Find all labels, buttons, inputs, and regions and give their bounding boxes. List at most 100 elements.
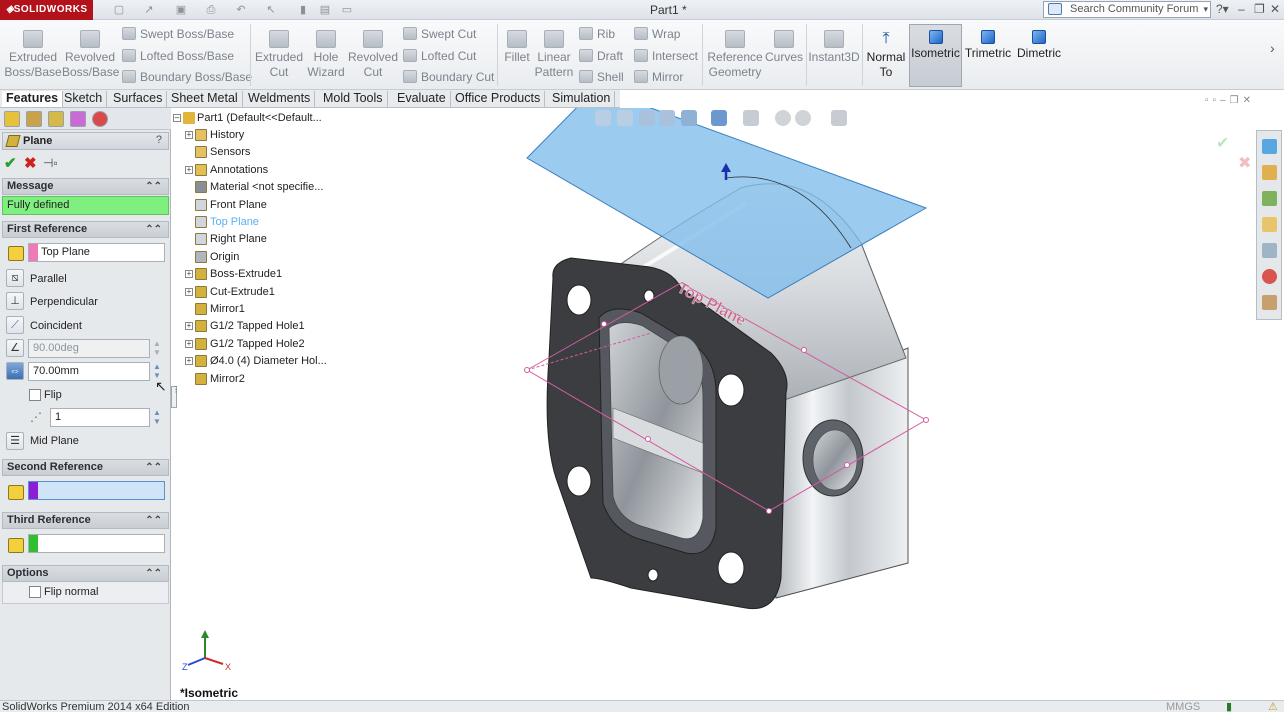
units-indicator[interactable]: MMGS (1166, 701, 1200, 712)
draft-button[interactable]: Draft (579, 49, 623, 63)
wrap-button[interactable]: Wrap (634, 27, 680, 41)
flip-normal-checkbox[interactable] (29, 586, 41, 598)
hide-show-items-icon[interactable] (775, 110, 791, 126)
offset-distance-icon[interactable]: ⇔ (6, 362, 24, 380)
display-style-icon[interactable] (743, 110, 759, 126)
design-library-icon[interactable] (1262, 165, 1277, 180)
collapse-chevron-icon[interactable]: ⌃⌃ (145, 513, 162, 528)
mid-plane-label[interactable]: Mid Plane (30, 435, 79, 447)
flip-checkbox[interactable] (29, 389, 41, 401)
expand-icon[interactable]: + (185, 322, 193, 331)
parallel-icon[interactable]: ⧅ (6, 269, 24, 287)
expand-icon[interactable]: + (185, 357, 193, 366)
collapse-chevron-icon[interactable]: ⌃⌃ (145, 566, 162, 581)
feature-manager-tab-icon[interactable] (4, 111, 20, 127)
instances-spinner[interactable]: ▲ ▼ (151, 408, 163, 427)
zoom-to-fit-icon[interactable] (595, 110, 611, 126)
display-manager-tab-icon[interactable] (92, 111, 108, 127)
expand-icon[interactable]: + (185, 270, 193, 279)
folder-icon[interactable] (1262, 217, 1277, 232)
options-icon[interactable]: ▭ (340, 3, 354, 17)
angle-icon[interactable]: ∠ (6, 339, 24, 357)
save-icon[interactable]: ▣ (174, 3, 188, 17)
trimetric-button[interactable]: Trimetric (963, 30, 1013, 61)
revolved-cut-button[interactable]: Revolved Cut (348, 30, 398, 80)
close-icon[interactable]: ✕ (1270, 2, 1280, 16)
help-icon[interactable]: ?▾ (1216, 2, 1229, 16)
tab-surfaces[interactable]: Surfaces (109, 91, 168, 107)
second-reference-section-header[interactable]: Second Reference ⌃⌃ (2, 459, 169, 476)
tab-office-products[interactable]: Office Products (451, 91, 546, 107)
first-reference-section-header[interactable]: First Reference ⌃⌃ (2, 221, 169, 238)
pushpin-icon[interactable]: ⊣▫ (43, 156, 58, 170)
mid-plane-icon[interactable]: ☰ (6, 432, 24, 450)
viewport-window-controls[interactable]: ▫▫–❐✕ (1205, 95, 1255, 106)
expand-icon[interactable]: + (185, 165, 193, 174)
expand-icon[interactable]: + (185, 339, 193, 348)
tab-evaluate[interactable]: Evaluate (393, 91, 451, 107)
rebuild-icon[interactable]: ▮ (296, 3, 310, 17)
dimetric-button[interactable]: Dimetric (1013, 30, 1065, 61)
ok-check-icon[interactable]: ✔ (4, 154, 17, 172)
coincident-label[interactable]: Coincident (30, 320, 82, 332)
custom-properties-icon[interactable] (1262, 295, 1277, 310)
chevron-down-icon[interactable]: ▾ (1203, 2, 1208, 17)
lofted-cut-button[interactable]: Lofted Cut (403, 49, 476, 63)
swept-boss-button[interactable]: Swept Boss/Base (122, 27, 234, 41)
rebuild-status-icon[interactable]: ▮ (1226, 701, 1232, 712)
shell-button[interactable]: Shell (579, 70, 624, 84)
curves-button[interactable]: Curves (764, 30, 804, 65)
cancel-x-icon[interactable]: ✖ (24, 154, 37, 172)
tab-simulation[interactable]: Simulation (548, 91, 616, 107)
revolved-boss-button[interactable]: Revolved Boss/Base (62, 30, 119, 80)
flip-label[interactable]: Flip (44, 389, 62, 401)
minimize-icon[interactable]: – (1238, 2, 1245, 16)
previous-view-icon[interactable] (639, 110, 655, 126)
configuration-manager-tab-icon[interactable] (48, 111, 64, 127)
tab-weldments[interactable]: Weldments (244, 91, 316, 107)
ribbon-scroll-right-icon[interactable]: › (1270, 40, 1275, 56)
open-icon[interactable]: ↗ (142, 3, 156, 17)
tab-sketch[interactable]: Sketch (60, 91, 108, 107)
tab-features[interactable]: Features (2, 91, 64, 107)
restore-icon[interactable]: ❐ (1254, 2, 1265, 16)
options-section-header[interactable]: Options ⌃⌃ (2, 565, 169, 582)
normal-to-button[interactable]: ⤒ Normal To (864, 30, 908, 80)
swept-cut-button[interactable]: Swept Cut (403, 27, 476, 41)
third-reference-section-header[interactable]: Third Reference ⌃⌃ (2, 512, 169, 529)
confirm-corner-cancel-icon[interactable]: ✖ (1238, 155, 1251, 172)
graphics-area[interactable]: Top Plane X Z ✔ ✖ (171, 108, 1284, 700)
collapse-chevron-icon[interactable]: ⌃⌃ (145, 222, 162, 237)
view-palette-icon[interactable] (1262, 243, 1277, 258)
tab-mold-tools[interactable]: Mold Tools (319, 91, 388, 107)
boundary-cut-button[interactable]: Boundary Cut (403, 70, 494, 84)
instant3d-button[interactable]: Instant3D (808, 30, 860, 65)
view-settings-icon[interactable] (831, 110, 847, 126)
print-icon[interactable]: ⎙ (204, 3, 218, 17)
tab-sheet-metal[interactable]: Sheet Metal (167, 91, 243, 107)
rib-button[interactable]: Rib (579, 27, 615, 41)
coincident-icon[interactable]: ⟋ (6, 316, 24, 334)
property-manager-tab-icon[interactable] (26, 111, 42, 127)
dynamic-annotation-icon[interactable] (681, 110, 697, 126)
isometric-button[interactable]: Isometric (909, 30, 962, 61)
solidworks-logo[interactable]: ◈SOLIDWORKS (0, 0, 93, 20)
appearances-icon[interactable] (1262, 269, 1277, 284)
extruded-boss-button[interactable]: Extruded Boss/Base (4, 30, 62, 80)
second-reference-field[interactable] (28, 481, 165, 500)
expand-icon[interactable]: + (185, 287, 193, 296)
message-section-header[interactable]: Message ⌃⌃ (2, 178, 169, 195)
extruded-cut-button[interactable]: Extruded Cut (254, 30, 304, 80)
view-orientation-icon[interactable] (711, 110, 727, 126)
flip-normal-label[interactable]: Flip normal (44, 586, 98, 598)
parallel-label[interactable]: Parallel (30, 273, 67, 285)
file-properties-icon[interactable]: ▤ (318, 3, 332, 17)
perpendicular-label[interactable]: Perpendicular (30, 296, 98, 308)
collapse-chevron-icon[interactable]: ⌃⌃ (145, 179, 162, 194)
lofted-boss-button[interactable]: Lofted Boss/Base (122, 49, 234, 63)
undo-icon[interactable]: ↶ (234, 3, 248, 17)
new-document-icon[interactable]: ▢ (112, 3, 126, 17)
expand-icon[interactable]: + (185, 131, 193, 139)
dimxpert-tab-icon[interactable] (70, 111, 86, 127)
intersect-button[interactable]: Intersect (634, 49, 698, 63)
